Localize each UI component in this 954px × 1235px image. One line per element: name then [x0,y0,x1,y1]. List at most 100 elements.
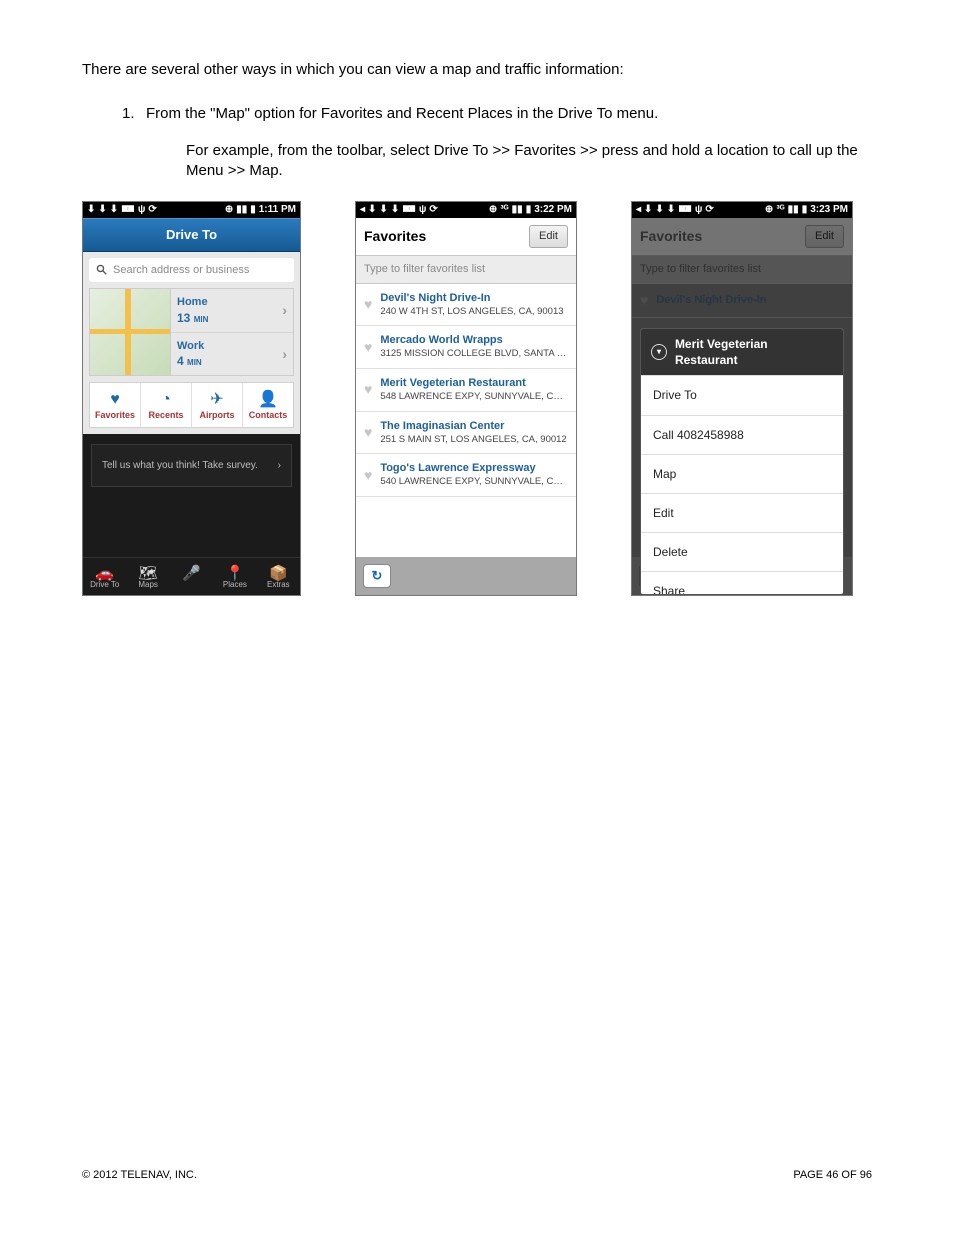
context-menu-item[interactable]: Edit [641,493,843,532]
tab-places[interactable]: 📍Places [213,564,256,591]
download-icon: ⬇ [98,205,106,215]
status-time: 3:22 PM [534,205,572,215]
person-icon: 👤 [243,389,293,407]
list-item-address: 540 LAWRENCE EXPY, SUNNYVALE, CA, 94085 [380,476,568,489]
survey-text: Tell us what you think! Take survey. [102,459,258,473]
list-item[interactable]: ♥Devil's Night Drive-In240 W 4TH ST, LOS… [356,284,576,327]
tab-maps[interactable]: 🗺Maps [126,564,169,591]
status-time: 3:23 PM [810,205,848,215]
screen-title: Drive To [83,218,300,252]
step-text: From the "Map" option for Favorites and … [146,105,658,122]
list-item-address: 548 LAWRENCE EXPY, SUNNYVALE, CA, 94085 [380,391,568,404]
sync-icon: ⟳ [705,205,713,215]
page-title: Favorites [364,227,426,246]
heart-icon: ♥ [364,380,372,399]
download-icon: ⬇ [110,205,118,215]
download-icon: ⬇ [644,205,652,215]
ordered-step: 1.From the "Map" option for Favorites an… [122,104,872,181]
min-unit: MIN [194,315,209,324]
search-input[interactable]: Search address or business [89,258,294,283]
search-placeholder: Search address or business [113,263,249,278]
dropdown-icon: ▾ [651,344,667,360]
survey-card[interactable]: Tell us what you think! Take survey. › [91,444,292,488]
heart-icon: ♥ [90,389,140,407]
battery-icon: ▮ [250,205,256,215]
chevron-right-icon: › [282,301,287,320]
category-favorites[interactable]: ♥ Favorites [90,383,141,426]
list-item-name: Togo's Lawrence Expressway [380,461,568,476]
signal-icon: ▮▮ [236,205,247,215]
edit-button[interactable]: Edit [529,225,568,248]
pin-icon: 📍 [213,564,256,580]
tab-extras[interactable]: 📦Extras [257,564,300,591]
signal-icon: ▮▮ [788,205,799,215]
context-menu-item[interactable]: Map [641,454,843,493]
tab-drive-to[interactable]: 🚗Drive To [83,564,126,591]
back-icon: ◂ [636,205,641,215]
download-icon: ⬇ [391,205,399,215]
download-icon: ⬇ [379,205,387,215]
tab-voice[interactable]: 🎤 [170,564,213,591]
list-item[interactable]: ♥ The Imaginasian Center251 S MAIN ST, LO… [356,412,576,455]
list-item[interactable]: ♥ Mercado World Wrapps3125 MISSION COLLEG… [356,326,576,369]
sync-icon: ⟳ [429,205,437,215]
tab-label: Maps [126,580,169,591]
context-menu-item[interactable]: Delete [641,532,843,571]
filter-input[interactable]: Type to filter favorites list [356,256,576,284]
footer-copyright: © 2012 TELENAV, INC. [82,1168,197,1183]
context-menu-title: ▾ Merit Vegeterian Restaurant [641,329,843,375]
category-airports[interactable]: ✈Airports [192,383,243,426]
usb-icon: ψ [419,205,427,215]
work-minutes: 4 [177,354,184,368]
list-item-address: 240 W 4TH ST, LOS ANGELES, CA, 90013 [380,306,568,319]
status-bar: ◂⬇⬇⬇🀰ψ⟳ ⊕³ᴳ▮▮▮3:22 PM [356,202,576,218]
clock-icon: ◔ [141,389,191,407]
list-item[interactable]: ♥ Togo's Lawrence Expressway540 LAWRENCE … [356,454,576,497]
heart-icon: ♥ [364,423,372,442]
cat-label: Favorites [90,409,140,421]
maps-icon: 🗺 [126,564,169,580]
usb-icon: ψ [695,205,703,215]
favorites-list: ♥Devil's Night Drive-In240 W 4TH ST, LOS… [356,284,576,557]
tab-label: Extras [257,580,300,591]
step-example: For example, from the toolbar, select Dr… [186,141,872,182]
heart-icon: ♥ [364,338,372,357]
home-row[interactable]: Home 13 MIN › [171,289,293,333]
list-item-address: 3125 MISSION COLLEGE BLVD, SANTA CLAR... [380,348,568,361]
list-item[interactable]: ♥ Merit Vegeterian Restaurant548 LAWRENCE… [356,369,576,412]
sd-icon: 🀰 [121,205,135,215]
refresh-button[interactable]: ↻ [363,564,391,588]
list-item-name: Mercado World Wrapps [380,333,568,348]
context-menu-title-text: Merit Vegeterian Restaurant [675,336,833,368]
status-left-icons: ⬇ ⬇ ⬇ 🀰 ψ ⟳ [87,205,157,215]
download-icon: ⬇ [667,205,675,215]
work-label: Work [177,339,204,354]
refresh-icon: ↻ [372,567,383,585]
context-menu-item[interactable]: Drive To [641,375,843,414]
download-icon: ⬇ [368,205,376,215]
context-menu-item[interactable]: Share [641,571,843,595]
list-item-address: 251 S MAIN ST, LOS ANGELES, CA, 90012 [380,434,568,447]
search-icon [96,264,107,275]
heart-icon: ♥ [364,466,372,485]
download-icon: ⬇ [87,205,95,215]
list-item-name: Merit Vegeterian Restaurant [380,376,568,391]
gps-icon: ⊕ [225,205,233,215]
category-contacts[interactable]: 👤Contacts [243,383,293,426]
step-number: 1. [122,104,146,124]
status-time: 1:11 PM [259,205,296,215]
min-unit: MIN [187,358,202,367]
cat-label: Airports [192,409,242,421]
back-icon: ◂ [360,205,365,215]
work-row[interactable]: Work 4 MIN › [171,333,293,376]
list-item-name: The Imaginasian Center [380,419,568,434]
mic-icon: 🎤 [170,564,213,580]
category-recents[interactable]: ◔Recents [141,383,192,426]
map-thumbnail [90,289,171,375]
screenshot-drive-to: ⬇ ⬇ ⬇ 🀰 ψ ⟳ ⊕ ▮▮ ▮ 1:11 PM Drive To [82,201,301,596]
bottom-tabs: 🚗Drive To 🗺Maps 🎤 📍Places 📦Extras [83,557,300,595]
screenshot-context-menu: ◂⬇⬇⬇🀰ψ⟳ ⊕³ᴳ▮▮▮3:23 PM Favorites Edit Typ… [631,201,853,596]
chevron-right-icon: › [278,459,281,473]
tab-label: Places [213,580,256,591]
context-menu-item[interactable]: Call 4082458988 [641,415,843,454]
